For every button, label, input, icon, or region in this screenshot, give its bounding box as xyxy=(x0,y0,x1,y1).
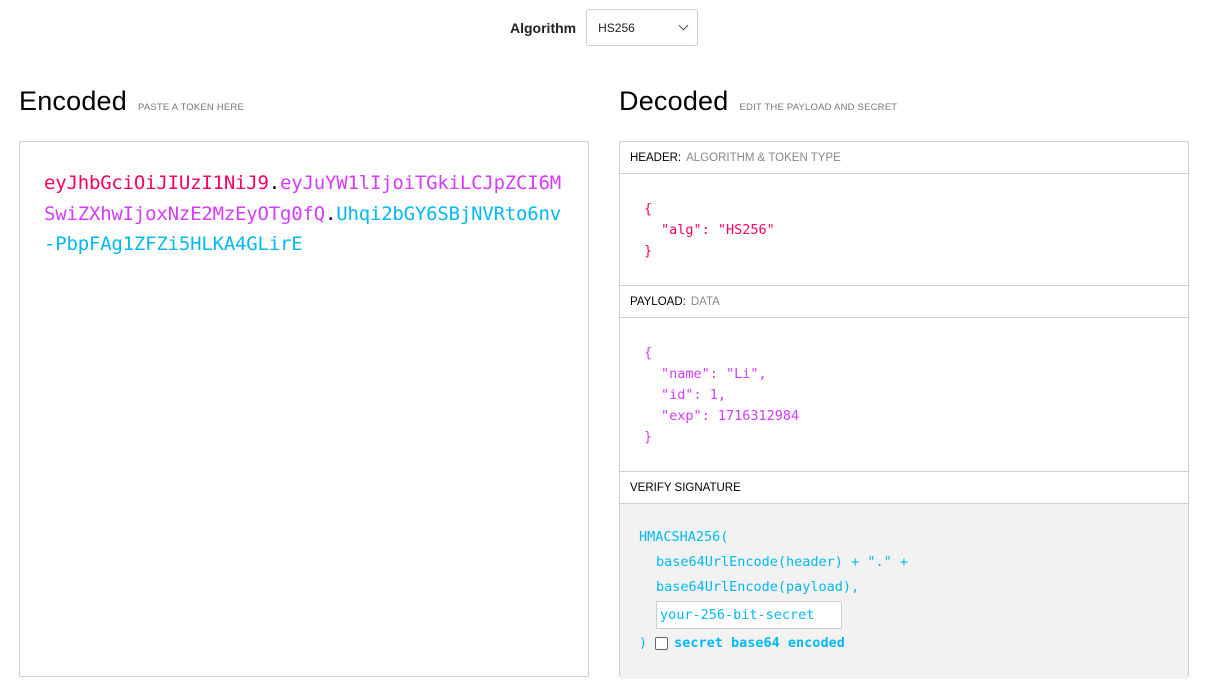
base64-checkbox-label[interactable]: secret base64 encoded xyxy=(674,631,845,656)
signature-label: VERIFY SIGNATURE xyxy=(630,481,741,494)
signature-func-close: ) xyxy=(639,635,648,651)
base64-checkbox[interactable] xyxy=(655,637,669,650)
signature-line-payload: base64UrlEncode(payload), xyxy=(656,579,860,595)
algorithm-selected-value: HS256 xyxy=(598,20,635,35)
header-json-editor[interactable]: { "alg": "HS256"} xyxy=(620,174,1188,286)
payload-section-title: PAYLOAD: DATA xyxy=(620,286,1188,318)
decoded-heading: Decoded EDIT THE PAYLOAD AND SECRET xyxy=(619,86,897,117)
json-close-brace: } xyxy=(644,243,653,259)
signature-line-header: base64UrlEncode(header) + "." + xyxy=(656,554,908,570)
token-header-part: eyJhbGciOiJIUzI1NiJ9 xyxy=(44,172,269,194)
signature-body: HMACSHA256( base64UrlEncode(header) + ".… xyxy=(620,504,1188,679)
chevron-down-icon xyxy=(678,20,689,31)
payload-sublabel: DATA xyxy=(690,295,720,308)
decoded-title: Decoded xyxy=(619,86,729,116)
encoded-title: Encoded xyxy=(19,86,127,116)
header-sublabel: ALGORITHM & TOKEN TYPE xyxy=(686,151,841,164)
token-separator: . xyxy=(268,172,281,194)
payload-json-editor[interactable]: { "name": "Li", "id": 1, "exp": 1716312984} xyxy=(620,318,1188,472)
header-section-title: HEADER: ALGORITHM & TOKEN TYPE xyxy=(620,142,1188,174)
json-close-brace: } xyxy=(644,429,653,445)
decoded-panel: HEADER: ALGORITHM & TOKEN TYPE { "alg": "… xyxy=(619,141,1189,679)
header-label: HEADER: xyxy=(630,151,682,164)
payload-json-line: "exp": 1716312984 xyxy=(661,408,800,424)
token-separator: . xyxy=(324,202,337,225)
secret-input[interactable]: your-256-bit-secret xyxy=(656,601,842,629)
decoded-subtitle: EDIT THE PAYLOAD AND SECRET xyxy=(739,102,898,113)
json-open-brace: { xyxy=(644,201,653,217)
signature-func-open: HMACSHA256( xyxy=(639,529,729,545)
payload-label: PAYLOAD: xyxy=(630,295,686,308)
algorithm-select[interactable]: HS256 xyxy=(586,9,699,46)
encoded-token-editor[interactable]: eyJhbGciOiJIUzI1NiJ9.eyJuYW1lIjoiTGkiLCJ… xyxy=(19,141,589,677)
signature-section-title: VERIFY SIGNATURE xyxy=(620,472,1188,504)
header-json-line: "alg": "HS256" xyxy=(661,222,775,238)
algorithm-label: Algorithm xyxy=(510,19,577,36)
payload-json-line: "name": "Li", xyxy=(661,366,767,382)
json-open-brace: { xyxy=(644,345,653,361)
algorithm-bar: Algorithm HS256 xyxy=(510,9,699,46)
payload-json-line: "id": 1, xyxy=(661,387,727,403)
encoded-subtitle: PASTE A TOKEN HERE xyxy=(138,102,245,113)
encoded-heading: Encoded PASTE A TOKEN HERE xyxy=(19,86,244,117)
encoded-token-text[interactable]: eyJhbGciOiJIUzI1NiJ9.eyJuYW1lIjoiTGkiLCJ… xyxy=(44,168,564,260)
